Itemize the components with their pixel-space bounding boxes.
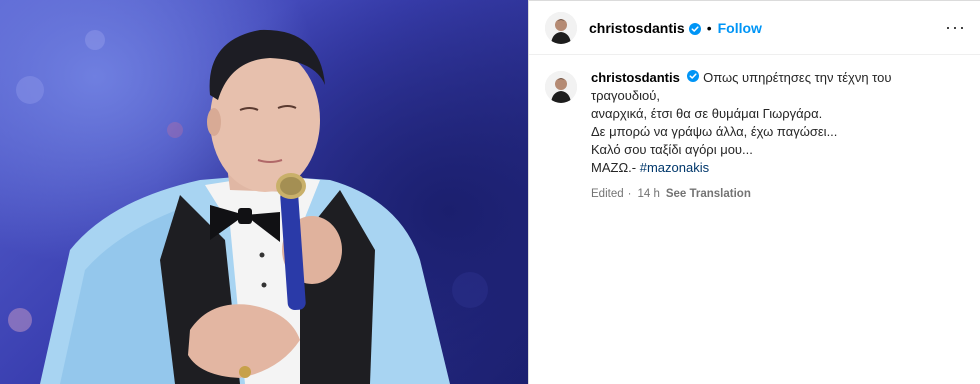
author-username[interactable]: christosdantis xyxy=(589,20,685,36)
caption-comment: christosdantis Οπως υπηρέτησες την τέχνη… xyxy=(529,55,980,203)
caption-body: christosdantis Οπως υπηρέτησες την τέχνη… xyxy=(591,69,964,203)
verified-badge-icon xyxy=(688,22,701,35)
avatar-image xyxy=(545,71,577,103)
post-sidebar: christosdantis • Follow ··· christosdant… xyxy=(529,0,980,384)
avatar[interactable] xyxy=(545,71,577,103)
caption-line-5-text: ΜΑΖΩ.- xyxy=(591,160,637,175)
see-translation-button[interactable]: See Translation xyxy=(666,185,751,203)
meta-separator: · xyxy=(627,188,632,200)
caption-author-username[interactable]: christosdantis xyxy=(591,70,680,85)
separator-bullet: • xyxy=(706,19,712,36)
caption-line-4: Καλό σου ταξίδι αγόρι μου... xyxy=(591,142,753,157)
more-options-icon[interactable]: ··· xyxy=(945,17,966,38)
instagram-post: christosdantis • Follow ··· christosdant… xyxy=(0,0,980,384)
caption-first-line: christosdantis Οπως υπηρέτησες την τέχνη… xyxy=(591,69,964,105)
verified-badge-icon xyxy=(687,69,700,82)
caption-line-2: αναρχικά, έτσι θα σε θυμάμαι Γιωργάρα. xyxy=(591,106,823,121)
post-header: christosdantis • Follow ··· xyxy=(529,1,980,55)
post-photo[interactable] xyxy=(0,0,529,384)
caption-meta: Edited · 14 h See Translation xyxy=(591,185,964,203)
post-photo-illustration xyxy=(8,29,488,384)
caption-line-5: ΜΑΖΩ.- #mazonakis xyxy=(591,159,964,177)
avatar[interactable] xyxy=(545,11,577,44)
timestamp[interactable]: 14 h xyxy=(637,185,659,203)
edited-label: Edited xyxy=(591,188,624,200)
follow-button[interactable]: Follow xyxy=(718,20,762,36)
hashtag-link[interactable]: #mazonakis xyxy=(640,160,709,175)
caption-line-3: Δε μπορώ να γράψω άλλα, έχω παγώσει... xyxy=(591,124,838,139)
avatar-image xyxy=(545,11,577,44)
